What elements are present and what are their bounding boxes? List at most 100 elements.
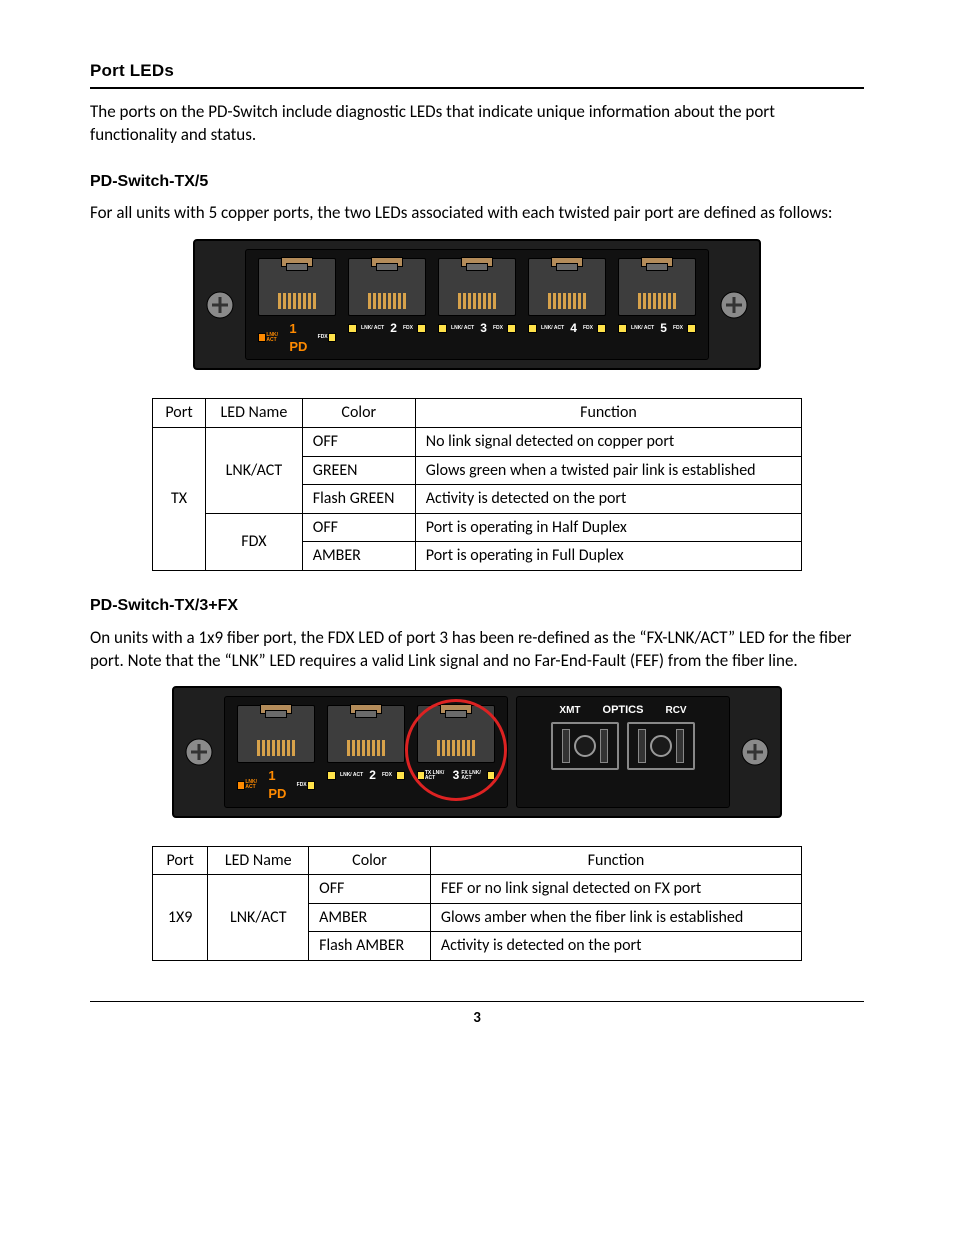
led-indicator: [507, 324, 516, 333]
td-led: LNK/ACT: [208, 875, 309, 961]
port-number: 1 PD: [268, 767, 294, 802]
rj45-port: LNK/ ACT 2 FDX: [325, 705, 407, 802]
rj45-port: LNK/ ACT 4 FDX: [526, 258, 608, 355]
td-color: OFF: [309, 875, 431, 904]
rj45-port: LNK/ ACT 2 FDX: [346, 258, 428, 355]
led-indicator: [487, 771, 495, 780]
rj45-port: LNK/ ACT1 PDFDX: [256, 258, 338, 355]
th-function: Function: [415, 399, 801, 428]
led-indicator: [687, 324, 696, 333]
th-led: LED Name: [206, 399, 303, 428]
tx3fx-table: Port LED Name Color Function 1X9 LNK/ACT…: [152, 846, 802, 961]
section-rule: [90, 87, 864, 89]
th-color: Color: [302, 399, 415, 428]
led-label-left: LNK/ ACT: [451, 326, 474, 331]
tx5-paragraph: For all units with 5 copper ports, the t…: [90, 202, 864, 225]
led-label-right: FX LNK/ ACT: [461, 771, 487, 781]
led-label-left: LNK/ ACT: [541, 326, 564, 331]
port-number: 3: [480, 320, 487, 336]
fiber-jack-xmt: [551, 722, 619, 770]
td-led: FDX: [206, 513, 303, 570]
optics-panel: XMT OPTICS RCV: [516, 696, 730, 807]
rj45-port: LNK/ ACT 3 FDX: [436, 258, 518, 355]
screw-icon: [738, 696, 772, 807]
port-number: 3: [453, 767, 460, 783]
led-indicator: [438, 324, 447, 333]
port-number: 4: [570, 320, 577, 336]
tx3fx-figure: LNK/ ACT1 PDFDXLNK/ ACT2FDXTX LNK/ ACT3F…: [90, 686, 864, 817]
led-indicator: [528, 324, 537, 333]
td-function: Port is operating in Full Duplex: [415, 542, 801, 571]
screw-icon: [182, 696, 216, 807]
rj45-port: LNK/ ACT1 PDFDX: [235, 705, 317, 802]
page-number: 3: [90, 1008, 864, 1028]
optics-xmt-label: XMT: [559, 704, 580, 718]
led-indicator: [597, 324, 606, 333]
led-label-right: FDX: [673, 326, 683, 331]
tx3fx-paragraph: On units with a 1x9 fiber port, the FDX …: [90, 627, 864, 673]
led-label-left: LNK/ ACT: [266, 333, 287, 343]
td-color: OFF: [302, 428, 415, 457]
led-label-right: FDX: [403, 326, 413, 331]
led-indicator: [396, 771, 405, 780]
port-number: 1 PD: [289, 320, 315, 355]
led-label-left: LNK/ ACT: [361, 326, 384, 331]
td-function: FEF or no link signal detected on FX por…: [430, 875, 801, 904]
led-label-left: LNK/ ACT: [340, 773, 363, 778]
td-color: Flash AMBER: [309, 932, 431, 961]
port-number: 2: [390, 320, 397, 336]
td-function: No link signal detected on copper port: [415, 428, 801, 457]
td-function: Glows amber when the fiber link is estab…: [430, 903, 801, 932]
led-label-right: FDX: [382, 773, 392, 778]
th-color: Color: [309, 846, 431, 875]
th-port: Port: [152, 846, 207, 875]
led-label-right: FDX: [583, 326, 593, 331]
led-label-right: FDX: [493, 326, 503, 331]
th-port: Port: [152, 399, 205, 428]
td-color: GREEN: [302, 456, 415, 485]
led-indicator: [328, 333, 336, 342]
th-led: LED Name: [208, 846, 309, 875]
screw-icon: [717, 249, 751, 360]
led-indicator: [618, 324, 627, 333]
fiber-jack-rcv: [627, 722, 695, 770]
tx5-heading: PD-Switch-TX/5: [90, 171, 864, 193]
optics-center-label: OPTICS: [603, 703, 644, 718]
td-port: TX: [152, 428, 205, 571]
footer-rule: [90, 1001, 864, 1002]
tx5-figure: LNK/ ACT1 PDFDXLNK/ ACT2FDXLNK/ ACT3FDXL…: [90, 239, 864, 370]
led-indicator: [417, 771, 425, 780]
led-label-left: LNK/ ACT: [245, 780, 266, 790]
led-indicator: [237, 781, 245, 790]
tx3fx-heading: PD-Switch-TX/3+FX: [90, 595, 864, 617]
td-color: OFF: [302, 513, 415, 542]
td-color: Flash GREEN: [302, 485, 415, 514]
led-label-left: TX LNK/ ACT: [425, 771, 451, 781]
rj45-port: LNK/ ACT 5 FDX: [616, 258, 698, 355]
port-number: 2: [369, 767, 376, 783]
td-led: LNK/ACT: [206, 428, 303, 514]
led-indicator: [348, 324, 357, 333]
th-function: Function: [430, 846, 801, 875]
rj45-port: TX LNK/ ACT3FX LNK/ ACT: [415, 705, 497, 802]
intro-paragraph: The ports on the PD-Switch include diagn…: [90, 101, 864, 147]
screw-icon: [203, 249, 237, 360]
led-indicator: [258, 333, 266, 342]
led-label-right: FDX: [297, 783, 307, 788]
led-label-left: LNK/ ACT: [631, 326, 654, 331]
td-port: 1X9: [152, 875, 207, 961]
td-color: AMBER: [309, 903, 431, 932]
td-function: Glows green when a twisted pair link is …: [415, 456, 801, 485]
led-label-right: FDX: [318, 335, 328, 340]
td-function: Activity is detected on the port: [415, 485, 801, 514]
section-heading: Port LEDs: [90, 60, 864, 83]
td-function: Activity is detected on the port: [430, 932, 801, 961]
optics-rcv-label: RCV: [665, 704, 686, 718]
tx5-table: Port LED Name Color Function TX LNK/ACT …: [152, 398, 802, 571]
led-indicator: [307, 781, 315, 790]
port-number: 5: [660, 320, 667, 336]
led-indicator: [327, 771, 336, 780]
led-indicator: [417, 324, 426, 333]
td-function: Port is operating in Half Duplex: [415, 513, 801, 542]
td-color: AMBER: [302, 542, 415, 571]
